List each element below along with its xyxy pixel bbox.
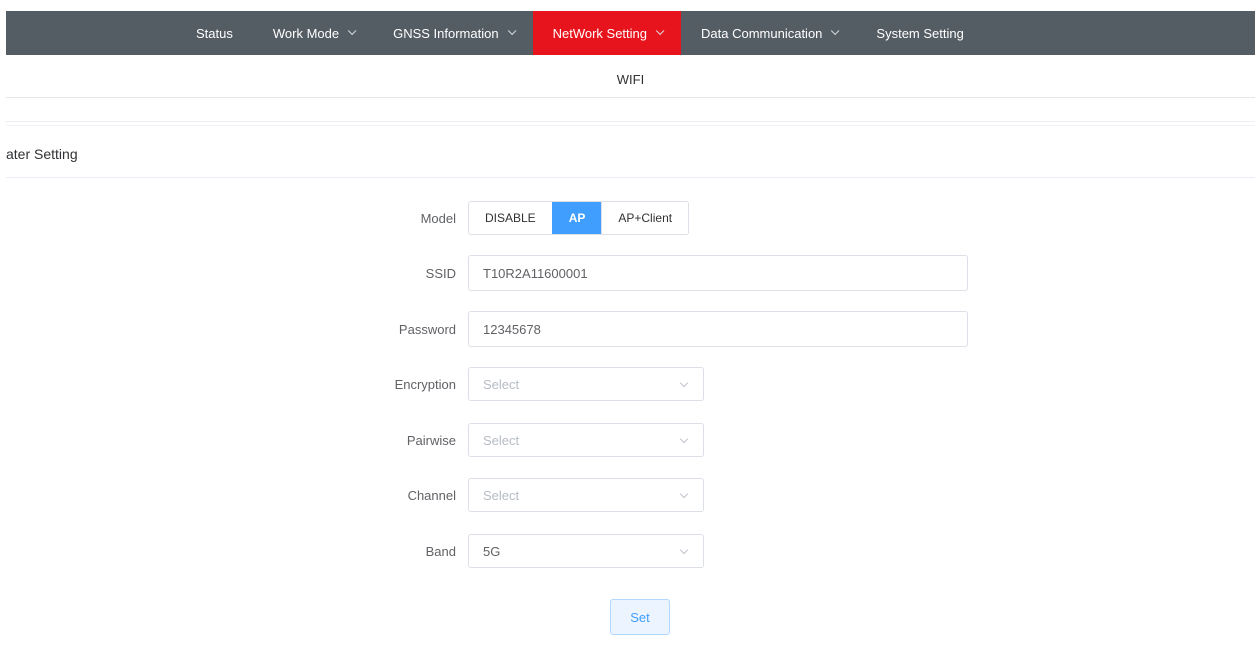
channel-select-placeholder: Select <box>483 487 520 503</box>
ssid-input[interactable] <box>468 255 968 291</box>
password-input[interactable] <box>468 311 968 347</box>
band-select[interactable]: 5G <box>468 534 704 568</box>
nav-item-system-setting[interactable]: System Setting <box>856 11 983 55</box>
pairwise-row: Pairwise Select <box>300 422 704 458</box>
nav-item-work-mode[interactable]: Work Mode <box>253 11 373 55</box>
nav-item-label: NetWork Setting <box>552 25 648 41</box>
password-row: Password <box>300 311 968 347</box>
encryption-row: Encryption Select <box>300 366 704 402</box>
chevron-down-icon <box>679 489 689 499</box>
channel-select[interactable]: Select <box>468 478 704 512</box>
chevron-down-icon <box>679 434 689 444</box>
sub-tab-bar: WIFI <box>6 62 1255 98</box>
nav-item-label: GNSS Information <box>393 25 499 41</box>
pairwise-select[interactable]: Select <box>468 423 704 457</box>
chevron-down-icon <box>655 26 665 36</box>
password-label: Password <box>398 321 456 337</box>
band-row: Band 5G <box>300 533 704 569</box>
model-option-ap[interactable]: AP <box>551 202 602 234</box>
chevron-down-icon <box>679 378 689 388</box>
band-label: Band <box>425 543 456 559</box>
band-select-value: 5G <box>483 543 501 559</box>
divider <box>6 125 1255 126</box>
chevron-down-icon <box>831 26 840 36</box>
model-option-disable[interactable]: DISABLE <box>469 202 552 234</box>
top-nav: Status Work Mode GNSS Information NetWor… <box>6 11 1255 55</box>
ssid-label: SSID <box>425 265 456 281</box>
divider <box>6 177 1255 178</box>
divider <box>6 121 1255 122</box>
nav-item-network-setting[interactable]: NetWork Setting <box>532 11 682 55</box>
channel-label: Channel <box>407 487 456 503</box>
section-title: ater Setting <box>6 146 78 162</box>
model-label: Model <box>420 210 456 226</box>
nav-item-label: Work Mode <box>272 25 340 41</box>
nav-item-data-communication[interactable]: Data Communication <box>681 11 856 55</box>
pairwise-label: Pairwise <box>406 432 456 448</box>
nav-item-status[interactable]: Status <box>176 11 253 55</box>
model-radio-group: DISABLE AP AP+Client <box>468 201 690 235</box>
nav-item-gnss-information[interactable]: GNSS Information <box>373 11 533 55</box>
chevron-down-icon <box>679 545 689 555</box>
encryption-select[interactable]: Select <box>468 367 704 401</box>
tab-wifi[interactable]: WIFI <box>607 62 654 98</box>
chevron-down-icon <box>507 26 516 36</box>
chevron-down-icon <box>347 26 357 36</box>
channel-row: Channel Select <box>300 477 704 513</box>
nav-item-label: Data Communication <box>701 25 823 41</box>
pairwise-select-placeholder: Select <box>483 432 520 448</box>
ssid-row: SSID <box>300 255 968 291</box>
model-option-ap-client[interactable]: AP+Client <box>601 202 689 234</box>
model-row: Model DISABLE AP AP+Client <box>300 200 690 236</box>
encryption-label: Encryption <box>394 376 456 392</box>
nav-item-label: Status <box>196 25 233 41</box>
set-button[interactable]: Set <box>610 599 670 635</box>
encryption-select-placeholder: Select <box>483 376 520 392</box>
nav-item-label: System Setting <box>876 25 964 41</box>
